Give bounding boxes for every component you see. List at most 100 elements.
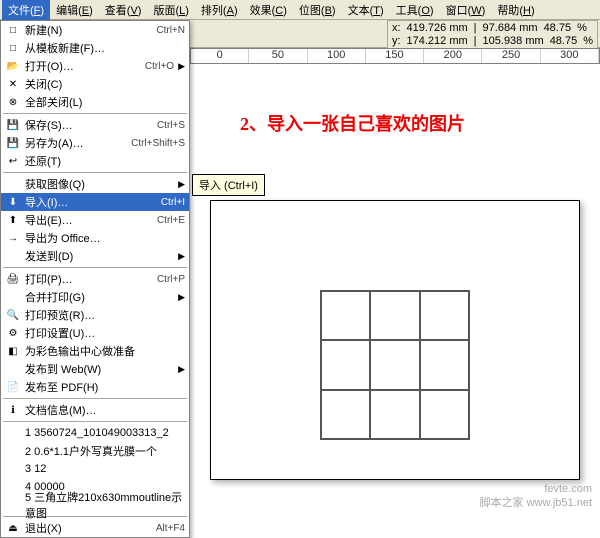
menu-item[interactable]: 🖨打印(P)…Ctrl+P bbox=[1, 270, 189, 288]
menu-label: 5 三角立牌210x630mmoutline示意图 bbox=[25, 489, 185, 521]
x-value: 419.726 mm bbox=[407, 22, 468, 35]
menu-label: 打印(P)… bbox=[25, 271, 149, 287]
menu-label: 全部关闭(L) bbox=[25, 94, 185, 110]
menu-label: 新建(N) bbox=[25, 22, 148, 38]
menu-bitmap[interactable]: 位图(B) bbox=[293, 0, 342, 20]
menu-icon: ℹ bbox=[5, 402, 21, 418]
file-menu-dropdown: □新建(N)Ctrl+N□从模板新建(F)…📂打开(O)…Ctrl+O▶✕关闭(… bbox=[0, 20, 190, 538]
menu-item[interactable]: 💾另存为(A)… Ctrl+Shift+S bbox=[1, 134, 189, 152]
y-label: y: bbox=[392, 35, 401, 48]
menu-item[interactable]: 📂打开(O)…Ctrl+O▶ bbox=[1, 57, 189, 75]
pct2: 48.75 bbox=[550, 35, 578, 48]
menu-label: 获取图像(Q) bbox=[25, 176, 174, 192]
menu-label: 打开(O)… bbox=[25, 58, 137, 74]
menu-item[interactable]: 5 三角立牌210x630mmoutline示意图 bbox=[1, 496, 189, 514]
menu-item[interactable]: 发布到 Web(W) ▶ bbox=[1, 360, 189, 378]
grid-object[interactable] bbox=[320, 290, 470, 440]
menu-icon: 🖨 bbox=[5, 271, 21, 287]
menu-item[interactable]: ⊗全部关闭(L) bbox=[1, 93, 189, 111]
menu-label: 另存为(A)… bbox=[25, 135, 123, 151]
menu-tools[interactable]: 工具(O) bbox=[390, 0, 440, 20]
menu-item[interactable]: □从模板新建(F)… bbox=[1, 39, 189, 57]
menu-label: 3 12 bbox=[25, 463, 185, 475]
menu-view[interactable]: 查看(V) bbox=[99, 0, 148, 20]
menu-shortcut: Ctrl+I bbox=[161, 197, 185, 208]
menu-file[interactable]: 文件(F) bbox=[2, 0, 50, 20]
menu-icon: ⊗ bbox=[5, 94, 21, 110]
menu-item[interactable]: □新建(N)Ctrl+N bbox=[1, 21, 189, 39]
menu-item[interactable]: ⏏退出(X) Alt+F4 bbox=[1, 519, 189, 537]
menu-label: 关闭(C) bbox=[25, 76, 185, 92]
menu-item[interactable]: ✕关闭(C) bbox=[1, 75, 189, 93]
menu-label: 文档信息(M)… bbox=[25, 402, 185, 418]
menu-icon: ⏏ bbox=[5, 520, 21, 536]
menu-item[interactable]: 💾保存(S)…Ctrl+S bbox=[1, 116, 189, 134]
submenu-arrow-icon: ▶ bbox=[178, 364, 185, 375]
menu-item[interactable]: 发送到(D) ▶ bbox=[1, 247, 189, 265]
menu-icon: □ bbox=[5, 22, 21, 38]
menu-item[interactable]: 合并打印(G)▶ bbox=[1, 288, 189, 306]
menu-label: 打印预览(R)… bbox=[25, 307, 185, 323]
menu-label: 发送到(D) bbox=[25, 248, 174, 264]
menu-arrange[interactable]: 排列(A) bbox=[195, 0, 244, 20]
y-value: 174.212 mm bbox=[407, 35, 468, 48]
menu-label: 退出(X) bbox=[25, 520, 148, 536]
pct1: 48.75 bbox=[544, 22, 572, 35]
menu-label: 合并打印(G) bbox=[25, 289, 174, 305]
menu-window[interactable]: 窗口(W) bbox=[440, 0, 492, 20]
h-value: 105.938 mm bbox=[483, 35, 544, 48]
menu-item[interactable]: ⬇导入(I)…Ctrl+I bbox=[1, 193, 189, 211]
submenu-arrow-icon: ▶ bbox=[178, 251, 185, 262]
import-tooltip: 导入 (Ctrl+I) bbox=[192, 174, 265, 196]
ruler-horizontal: 0 50 100 150 200 250 300 bbox=[190, 48, 600, 64]
menu-shortcut: Ctrl+Shift+S bbox=[131, 138, 185, 149]
menu-label: 从模板新建(F)… bbox=[25, 40, 185, 56]
menu-icon bbox=[5, 289, 21, 305]
menu-icon bbox=[5, 176, 21, 192]
menu-icon bbox=[5, 248, 21, 264]
menu-shortcut: Ctrl+E bbox=[157, 215, 185, 226]
menu-item[interactable]: 获取图像(Q) ▶ bbox=[1, 175, 189, 193]
menu-item[interactable]: →导出为 Office… bbox=[1, 229, 189, 247]
menu-text[interactable]: 文本(T) bbox=[342, 0, 390, 20]
menu-icon bbox=[5, 479, 21, 495]
menu-icon bbox=[5, 443, 21, 459]
menu-item[interactable]: ⚙打印设置(U)… bbox=[1, 324, 189, 342]
menu-icon: 🔍 bbox=[5, 307, 21, 323]
menu-label: 保存(S)… bbox=[25, 117, 149, 133]
menu-item[interactable]: ↩还原(T) bbox=[1, 152, 189, 170]
menu-item[interactable]: ℹ文档信息(M)… bbox=[1, 401, 189, 419]
menu-label: 发布到 Web(W) bbox=[25, 361, 174, 377]
menu-edit[interactable]: 编辑(E) bbox=[50, 0, 99, 20]
menu-icon: ⬇ bbox=[5, 194, 21, 210]
menu-item[interactable]: 🔍打印预览(R)… bbox=[1, 306, 189, 324]
menu-item[interactable]: ⬆导出(E)… Ctrl+E bbox=[1, 211, 189, 229]
step-annotation: 2、导入一张自己喜欢的图片 bbox=[240, 110, 465, 136]
menu-item[interactable]: 3 12 bbox=[1, 460, 189, 478]
menu-icon: ↩ bbox=[5, 153, 21, 169]
menu-label: 打印设置(U)… bbox=[25, 325, 185, 341]
menu-label: 导出(E)… bbox=[25, 212, 149, 228]
menu-effects[interactable]: 效果(C) bbox=[244, 0, 293, 20]
menu-label: 2 0.6*1.1户外写真光膜一个 bbox=[25, 443, 185, 459]
menu-icon: ✕ bbox=[5, 76, 21, 92]
menu-label: 导出为 Office… bbox=[25, 230, 185, 246]
menu-icon: ⬆ bbox=[5, 212, 21, 228]
menu-layout[interactable]: 版面(L) bbox=[147, 0, 194, 20]
w-value: 97.684 mm bbox=[483, 22, 538, 35]
menu-item[interactable]: 1 3560724_101049003313_2 bbox=[1, 424, 189, 442]
menu-help[interactable]: 帮助(H) bbox=[491, 0, 540, 20]
menubar: 文件(F) 编辑(E) 查看(V) 版面(L) 排列(A) 效果(C) 位图(B… bbox=[0, 0, 600, 20]
x-label: x: bbox=[392, 22, 401, 35]
menu-icon: 💾 bbox=[5, 135, 21, 151]
menu-icon: 📂 bbox=[5, 58, 21, 74]
menu-item[interactable]: ◧为彩色输出中心做准备 bbox=[1, 342, 189, 360]
menu-icon bbox=[5, 425, 21, 441]
menu-item[interactable]: 2 0.6*1.1户外写真光膜一个 bbox=[1, 442, 189, 460]
menu-shortcut: Alt+F4 bbox=[156, 523, 185, 534]
watermark: fevte.com 脚本之家 www.jb51.net bbox=[480, 482, 592, 510]
submenu-arrow-icon: ▶ bbox=[178, 179, 185, 190]
status-coords: x:419.726 mm | 97.684 mm 48.75% y:174.21… bbox=[387, 20, 598, 50]
menu-item[interactable]: 📄发布至 PDF(H) bbox=[1, 378, 189, 396]
menu-icon: 💾 bbox=[5, 117, 21, 133]
